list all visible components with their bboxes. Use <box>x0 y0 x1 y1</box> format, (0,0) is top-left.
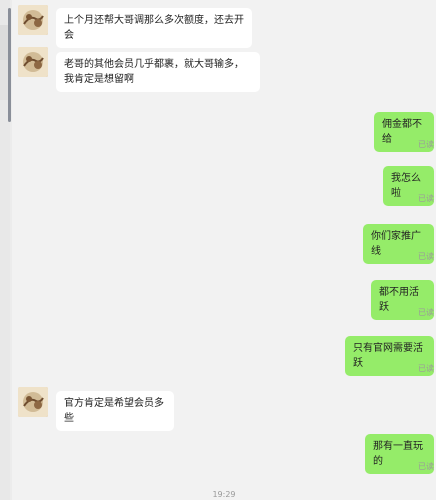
contact-avatar-icon[interactable] <box>18 47 48 77</box>
contact-avatar-icon[interactable] <box>18 5 48 35</box>
read-status: 已读 <box>418 252 434 261</box>
message-row: 官方肯定是希望会员多些 <box>12 387 436 431</box>
read-status: 已读 <box>418 308 434 317</box>
message-bubble: 官方肯定是希望会员多些 <box>56 391 174 431</box>
message-row: 只有官网需要活跃 已读 <box>12 334 436 376</box>
message-bubble: 老哥的其他会员几乎都裹，就大哥输多，我肯定是想留啊 <box>56 52 260 92</box>
scrollbar-thumb[interactable] <box>8 8 11 122</box>
chat-area: 上个月还帮大哥调那么多次额度，还去开会 老哥的其他会员几乎都裹，就大哥输多，我肯… <box>12 0 436 500</box>
read-status: 已读 <box>418 140 434 149</box>
message-row: 佣金都不给 已读 <box>12 110 436 152</box>
message-bubble: 上个月还帮大哥调那么多次额度，还去开会 <box>56 8 252 48</box>
message-row: 都不用活跃 已读 <box>12 278 436 320</box>
read-status: 已读 <box>418 364 434 373</box>
message-row: 我怎么啦 已读 <box>12 164 436 206</box>
message-row: 上个月还帮大哥调那么多次额度，还去开会 <box>12 0 436 48</box>
contact-avatar-icon[interactable] <box>18 387 48 417</box>
message-row: 你们家推广线 已读 <box>12 222 436 264</box>
message-row: 那有一直玩的 已读 <box>12 432 436 474</box>
message-row: 老哥的其他会员几乎都裹，就大哥输多，我肯定是想留啊 <box>12 44 436 96</box>
read-status: 已读 <box>418 194 434 203</box>
message-timestamp: 19:29 <box>212 490 236 499</box>
read-status: 已读 <box>418 462 434 471</box>
